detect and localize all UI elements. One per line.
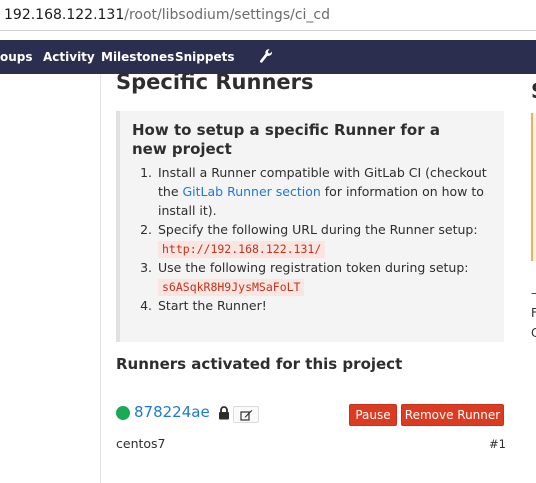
browser-url-bar[interactable]: 192.168.122.131/root/libsodium/settings/… <box>0 0 536 31</box>
coordinator-url[interactable]: http://192.168.122.131/ <box>158 241 326 258</box>
runner-row: 878224ae Pause Remove Runner <box>116 403 504 426</box>
pause-runner-button[interactable]: Pause <box>349 404 397 426</box>
setup-steps-list: Install a Runner compatible with GitLab … <box>156 163 496 315</box>
setup-step: Specify the following URL during the Run… <box>156 220 496 258</box>
nav-item-groups[interactable]: oups <box>0 50 33 64</box>
runner-id-link[interactable]: 878224ae <box>134 403 210 421</box>
gitlab-runner-section-link[interactable]: GitLab Runner section <box>183 184 321 199</box>
step-text: Start the Runner! <box>158 298 267 313</box>
wrench-icon[interactable] <box>259 48 273 64</box>
runner-status-icon <box>116 406 130 420</box>
runner-number: #1 <box>489 437 506 451</box>
setup-step: Start the Runner! <box>156 296 496 315</box>
nav-item-activity[interactable]: Activity <box>43 50 95 64</box>
nav-item-snippets[interactable]: Snippets <box>175 50 235 64</box>
url-path: /root/libsodium/settings/ci_cd <box>124 7 330 23</box>
setup-instructions-title: How to setup a specific Runner for a new… <box>132 121 440 158</box>
shared-runners-title-fragment: S <box>531 79 536 103</box>
runner-description: centos7 <box>116 436 166 451</box>
setup-step: Use the following registration token dur… <box>156 258 496 296</box>
shared-runners-text-fragments: – F C <box>531 283 536 343</box>
shared-runners-callout <box>531 113 536 261</box>
url-text[interactable]: 192.168.122.131/root/libsodium/settings/… <box>4 7 330 23</box>
lock-icon <box>218 405 230 420</box>
nav-item-milestones[interactable]: Milestones <box>101 50 174 64</box>
step-text: Use the following registration token dur… <box>158 260 469 275</box>
sidebar-edge <box>100 74 101 483</box>
top-nav: oups Activity Milestones Snippets <box>0 40 536 74</box>
remove-runner-button[interactable]: Remove Runner <box>401 404 504 426</box>
fragment-line: – <box>531 283 536 303</box>
registration-token[interactable]: s6ASqkR8H9JysMSaFoLT <box>158 279 305 296</box>
fragment-line: C <box>531 326 536 340</box>
page-section-title: Specific Runners <box>116 70 314 94</box>
step-text: Specify the following URL during the Run… <box>158 222 478 237</box>
fragment-line: F <box>531 306 536 320</box>
edit-runner-button[interactable] <box>233 406 259 423</box>
activated-runners-title: Runners activated for this project <box>116 355 403 373</box>
url-host: 192.168.122.131 <box>4 7 125 23</box>
setup-step: Install a Runner compatible with GitLab … <box>156 163 496 220</box>
edit-icon <box>240 410 253 421</box>
setup-instructions-panel: How to setup a specific Runner for a new… <box>116 111 504 342</box>
